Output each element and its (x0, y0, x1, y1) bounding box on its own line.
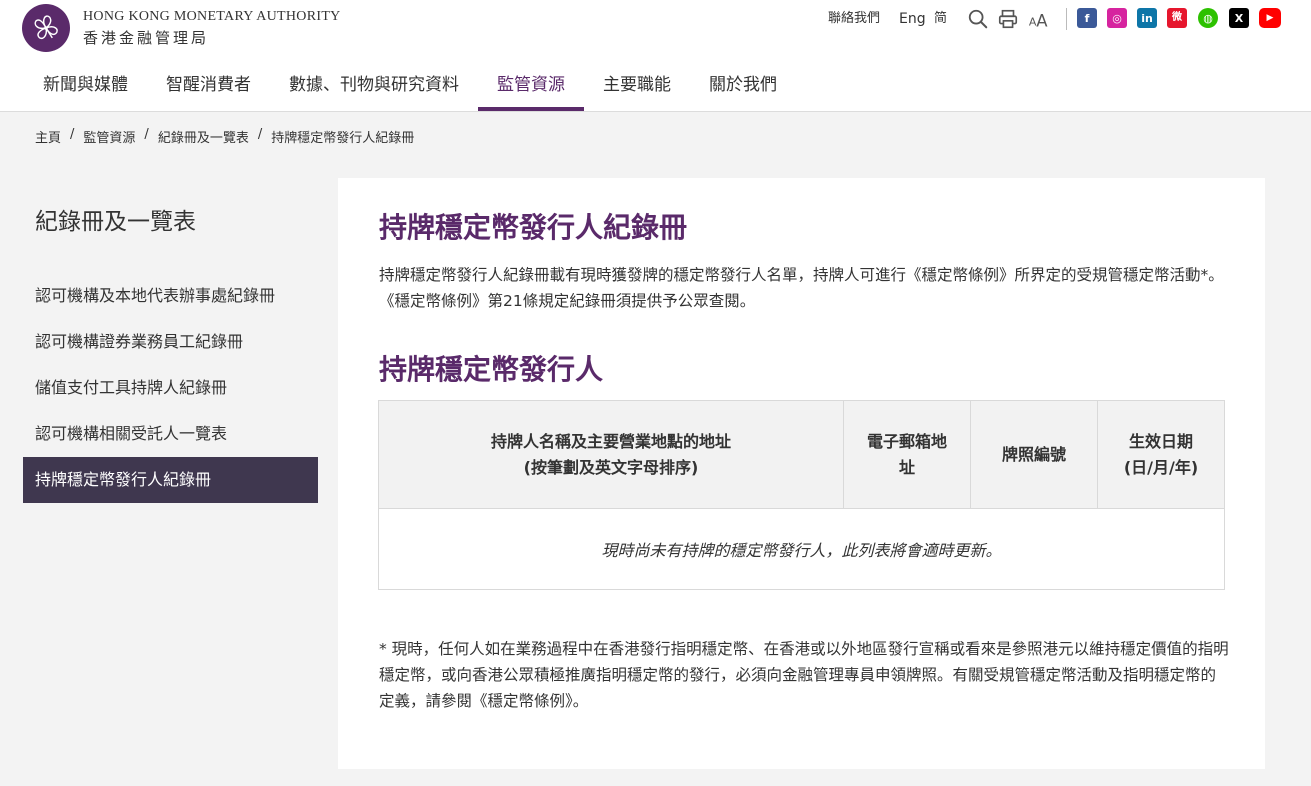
breadcrumb-home[interactable]: 主頁 (35, 127, 61, 146)
column-header-licence-no: 牌照編號 (971, 401, 1098, 508)
table-header: 持牌人名稱及主要營業地點的地址 (按筆劃及英文字母排序) 電子郵箱地址 牌照編號 … (379, 401, 1224, 509)
breadcrumb-separator: / (144, 127, 149, 142)
breadcrumb-regulatory[interactable]: 監管資源 (83, 127, 135, 146)
lang-simplified-link[interactable]: 简 (934, 10, 947, 28)
utility-divider (1066, 8, 1067, 30)
facebook-icon[interactable]: f (1077, 8, 1097, 28)
nav-item-news[interactable]: 新聞與媒體 (24, 62, 147, 112)
svg-text:A: A (1036, 11, 1048, 30)
font-size-icon[interactable]: AA (1027, 7, 1051, 31)
nav-item-data[interactable]: 數據、刊物與研究資料 (270, 62, 478, 112)
org-name-zh: 香港金融管理局 (83, 29, 210, 47)
breadcrumb-separator: / (70, 127, 75, 142)
linkedin-icon[interactable]: in (1137, 8, 1157, 28)
footnote: * 現時，任何人如在業務過程中在香港發行指明穩定幣、在香港或以外地區發行宣稱或看… (379, 640, 1229, 710)
column-header-name: 持牌人名稱及主要營業地點的地址 (按筆劃及英文字母排序) (379, 401, 844, 508)
sidebar-item-securities-staff[interactable]: 認可機構證券業務員工紀錄冊 (23, 319, 318, 365)
contact-us-link[interactable]: 聯絡我們 (828, 10, 880, 28)
org-name-en: HONG KONG MONETARY AUTHORITY (83, 9, 341, 24)
wechat-icon[interactable]: ◍ (1198, 8, 1218, 28)
table-empty-message: 現時尚未有持牌的穩定幣發行人，此列表將會適時更新。 (601, 541, 1002, 560)
column-header-email: 電子郵箱地址 (844, 401, 971, 508)
page-title: 持牌穩定幣發行人紀錄冊 (379, 211, 688, 244)
sidebar-title: 紀錄冊及一覽表 (35, 209, 196, 235)
nav-item-functions[interactable]: 主要職能 (584, 62, 690, 112)
breadcrumb-current: 持牌穩定幣發行人紀錄冊 (271, 131, 415, 146)
breadcrumb-separator: / (257, 127, 263, 142)
site-header: HONG KONG MONETARY AUTHORITY 香港金融管理局 聯絡我… (0, 0, 1311, 112)
nav-item-regulatory[interactable]: 監管資源 (478, 62, 584, 112)
hkma-logo-icon[interactable] (22, 4, 70, 52)
main-nav: 新聞與媒體 智醒消費者 數據、刊物與研究資料 監管資源 主要職能 關於我們 (24, 62, 796, 112)
search-icon[interactable] (966, 7, 990, 31)
column-header-effective-date: 生效日期 (日/月/年) (1123, 431, 1199, 477)
x-icon[interactable]: X (1229, 8, 1249, 28)
instagram-icon[interactable]: ◎ (1107, 8, 1127, 28)
breadcrumb-registers[interactable]: 紀錄冊及一覽表 (158, 127, 249, 146)
lang-english-link[interactable]: Eng (899, 10, 926, 28)
youtube-icon[interactable]: ▶ (1259, 8, 1281, 28)
breadcrumb: 主頁 / 監管資源 / 紀錄冊及一覽表 / 持牌穩定幣發行人紀錄冊 (35, 127, 414, 146)
main-content: 持牌穩定幣發行人紀錄冊 持牌穩定幣發行人紀錄冊載有現時獲發牌的穩定幣發行人名單，… (338, 178, 1265, 769)
sidebar-item-trustees[interactable]: 認可機構相關受託人一覽表 (23, 411, 318, 457)
sidebar-item-stablecoin-issuers[interactable]: 持牌穩定幣發行人紀錄冊 (23, 457, 318, 503)
nav-item-about[interactable]: 關於我們 (690, 62, 796, 112)
weibo-icon[interactable]: 微 (1167, 8, 1187, 28)
print-icon[interactable] (996, 7, 1020, 31)
sidebar-menu: 認可機構及本地代表辦事處紀錄冊 認可機構證券業務員工紀錄冊 儲值支付工具持牌人紀… (23, 273, 318, 503)
section-title: 持牌穩定幣發行人 (379, 353, 604, 386)
sidebar-item-svf-licensees[interactable]: 儲值支付工具持牌人紀錄冊 (23, 365, 318, 411)
nav-item-consumer[interactable]: 智醒消費者 (147, 62, 270, 112)
sidebar-item-ai-register[interactable]: 認可機構及本地代表辦事處紀錄冊 (23, 273, 318, 319)
licensee-table: 持牌人名稱及主要營業地點的地址 (按筆劃及英文字母排序) 電子郵箱地址 牌照編號 … (378, 400, 1225, 590)
intro-paragraph: 持牌穩定幣發行人紀錄冊載有現時獲發牌的穩定幣發行人名單，持牌人可進行《穩定幣條例… (379, 266, 1224, 310)
